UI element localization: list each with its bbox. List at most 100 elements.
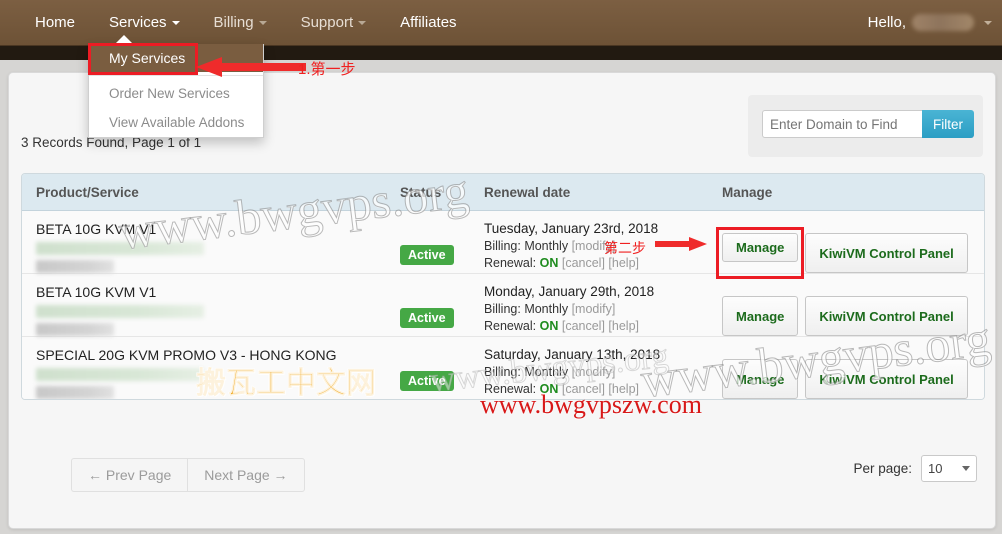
dropdown-item-my-services[interactable]: My Services [89,44,263,72]
manage-button[interactable]: Manage [722,233,799,262]
renewal-line: Renewal: ON [cancel] [help] [484,256,722,270]
manage-button[interactable]: Manage [722,359,799,399]
renewal-state: ON [539,382,559,396]
services-table: Product/Service Status Renewal date Mana… [21,173,985,400]
chevron-down-icon [984,20,992,25]
billing-label: Billing: [484,239,521,253]
table-row: SPECIAL 20G KVM PROMO V3 - HONG KONG Act… [22,337,984,399]
billing-label: Billing: [484,302,521,316]
manage-button[interactable]: Manage [722,296,799,336]
nav-item-home[interactable]: Home [18,0,92,45]
domain-search-input[interactable] [762,110,922,138]
redacted-ip [36,323,114,336]
billing-value: Monthly [524,239,569,253]
table-header-row: Product/Service Status Renewal date Mana… [22,174,984,211]
chevron-down-icon [358,21,367,26]
services-dropdown-menu: My Services Order New Services View Avai… [88,35,264,138]
nav-item-home-label: Home [35,14,76,31]
status-badge: Active [400,245,454,265]
redacted-domain [36,368,204,381]
chevron-down-icon [171,21,180,26]
renewal-label: Renewal: [484,319,537,333]
billing-label: Billing: [484,365,521,379]
renewal-cancel-link[interactable]: [cancel] [562,256,605,270]
nav-items: Home Services Billing Support Affiliates [0,0,1002,45]
billing-value: Monthly [524,302,569,316]
renewal-date: Saturday, January 13th, 2018 [484,347,661,362]
dropdown-item-order-new-services[interactable]: Order New Services [89,79,263,108]
nav-item-support[interactable]: Support [284,0,384,45]
filter-button[interactable]: Filter [922,110,974,138]
dropdown-item-my-services-label: My Services [109,50,186,66]
nav-item-affiliates[interactable]: Affiliates [383,0,473,45]
column-header-renewal-date: Renewal date [484,184,571,200]
renewal-line: Renewal: ON [cancel] [help] [484,319,722,333]
kiwivm-control-panel-button[interactable]: KiwiVM Control Panel [805,233,968,273]
row-date-cell: Saturday, January 13th, 2018 Billing: Mo… [484,337,722,399]
chevron-down-icon [258,21,267,26]
billing-modify-link[interactable]: [modify] [572,302,616,316]
prev-page-button[interactable]: ← Prev Page [71,458,188,492]
row-date-cell: Monday, January 29th, 2018 Billing: Mont… [484,274,722,336]
status-badge: Active [400,308,454,328]
row-status-cell: Active [400,211,484,273]
redacted-domain [36,305,204,318]
table-row: BETA 10G KVM V1 Active Tuesday, January … [22,211,984,279]
renewal-help-link[interactable]: [help] [608,256,639,270]
renewal-label: Renewal: [484,256,537,270]
redacted-ip [36,386,114,399]
nav-item-billing[interactable]: Billing [197,0,284,45]
billing-modify-link[interactable]: [modify] [572,365,616,379]
per-page-label: Per page: [853,461,912,476]
row-date-cell: Tuesday, January 23rd, 2018 Billing: Mon… [484,211,722,273]
renewal-help-link[interactable]: [help] [608,319,639,333]
nav-item-services-label: Services [109,14,167,31]
dropdown-item-view-available-addons[interactable]: View Available Addons [89,108,263,137]
top-navigation-bar: Home Services Billing Support Affiliates… [0,0,1002,46]
renewal-cancel-link[interactable]: [cancel] [562,382,605,396]
redacted-ip [36,260,114,273]
row-manage-cell: Manage KiwiVM Control Panel [716,211,982,279]
row-product-cell: SPECIAL 20G KVM PROMO V3 - HONG KONG [22,337,400,399]
billing-line: Billing: Monthly [modify] [484,239,722,253]
nav-item-services[interactable]: Services [92,0,197,45]
services-panel: Filter 3 Records Found, Page 1 of 1 Prod… [8,72,996,529]
column-header-manage: Manage [722,184,773,200]
manage-button-wrapper: Manage [716,227,805,279]
billing-value: Monthly [524,365,569,379]
kiwivm-control-panel-button[interactable]: KiwiVM Control Panel [805,296,968,336]
dropdown-divider [89,75,263,76]
per-page-value: 10 [928,461,943,476]
row-status-cell: Active [400,337,484,399]
renewal-date: Tuesday, January 23rd, 2018 [484,221,659,236]
renewal-help-link[interactable]: [help] [608,382,639,396]
per-page-control: Per page: 10 [853,455,977,482]
account-menu[interactable]: Hello, [868,0,992,45]
renewal-state: ON [539,319,559,333]
row-product-cell: BETA 10G KVM V1 [22,274,400,336]
domain-filter-inner: Filter [762,110,974,138]
kiwivm-control-panel-button[interactable]: KiwiVM Control Panel [805,359,968,399]
nav-item-affiliates-label: Affiliates [400,14,457,31]
product-name: SPECIAL 20G KVM PROMO V3 - HONG KONG [36,347,337,363]
billing-modify-link[interactable]: [modify] [572,239,616,253]
nav-item-support-label: Support [300,14,354,31]
billing-line: Billing: Monthly [modify] [484,365,722,379]
renewal-cancel-link[interactable]: [cancel] [562,319,605,333]
status-badge: Active [400,371,454,391]
greeting-label: Hello, [867,14,906,31]
domain-filter-box: Filter [748,95,983,157]
chevron-down-icon [962,466,970,471]
product-name: BETA 10G KVM V1 [36,221,157,237]
row-manage-cell: Manage KiwiVM Control Panel [722,337,982,399]
renewal-date: Monday, January 29th, 2018 [484,284,655,299]
row-status-cell: Active [400,274,484,336]
product-name: BETA 10G KVM V1 [36,284,157,300]
next-page-button[interactable]: Next Page → [187,458,305,492]
renewal-line: Renewal: ON [cancel] [help] [484,382,722,396]
row-product-cell: BETA 10G KVM V1 [22,211,400,273]
nav-item-billing-label: Billing [213,14,254,31]
per-page-select[interactable]: 10 [921,455,977,482]
row-manage-cell: Manage KiwiVM Control Panel [722,274,982,336]
column-header-product: Product/Service [36,184,139,200]
